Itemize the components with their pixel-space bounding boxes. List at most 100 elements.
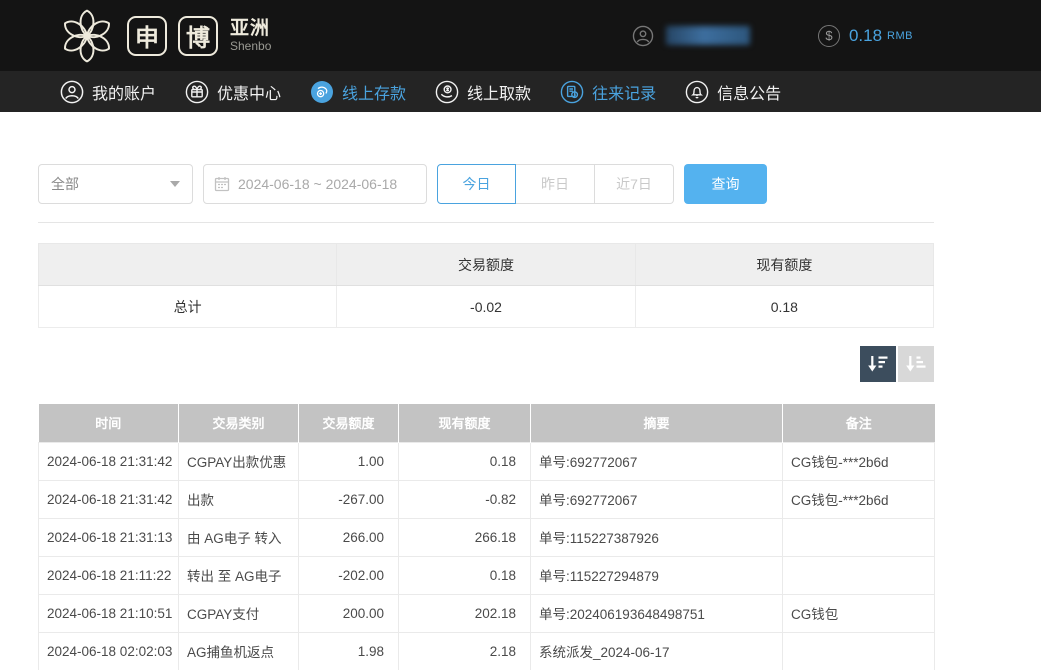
flower-logo-icon — [58, 7, 116, 65]
cell-summary: 单号:692772067 — [531, 442, 783, 480]
nav-label: 优惠中心 — [217, 80, 281, 104]
cell-remark — [783, 556, 935, 594]
cell-time: 2024-06-18 21:31:13 — [39, 518, 179, 556]
cell-amount: 1.00 — [299, 442, 399, 480]
cell-type: CGPAY出款优惠 — [179, 442, 299, 480]
quick-btn-last7days[interactable]: 近7日 — [595, 164, 674, 204]
summary-table: 交易额度 现有额度 总计 -0.02 0.18 — [38, 243, 934, 328]
calendar-icon — [214, 176, 230, 192]
col-header-type: 交易类别 — [179, 404, 299, 442]
nav-label: 线上取款 — [467, 80, 531, 104]
records-icon — [560, 80, 584, 104]
cell-time: 2024-06-18 21:31:42 — [39, 480, 179, 518]
nav-item-my-account[interactable]: 我的账户 — [60, 80, 156, 104]
table-row: 2024-06-18 21:10:51 CGPAY支付 200.00 202.1… — [39, 594, 935, 632]
table-row: 2024-06-18 21:31:42 出款 -267.00 -0.82 单号:… — [39, 480, 935, 518]
date-range-input[interactable]: 2024-06-18 ~ 2024-06-18 — [203, 164, 427, 204]
nav-item-transaction-records[interactable]: 往来记录 — [560, 80, 656, 104]
nav-label: 线上存款 — [342, 80, 406, 104]
cell-amount: 1.98 — [299, 632, 399, 670]
cell-amount: 200.00 — [299, 594, 399, 632]
cell-type: 由 AG电子 转入 — [179, 518, 299, 556]
brand-logo[interactable]: 申 博 亚洲 Shenbo — [58, 7, 271, 65]
table-row: 2024-06-18 21:31:13 由 AG电子 转入 266.00 266… — [39, 518, 935, 556]
summary-total-label: 总计 — [39, 286, 337, 328]
filter-bar: 全部 2024-06-18 ~ 2024-06-18 今日 昨日 近7日 查询 — [38, 163, 934, 204]
quick-btn-yesterday[interactable]: 昨日 — [516, 164, 595, 204]
balance-currency: RMB — [887, 30, 913, 42]
search-button[interactable]: 查询 — [684, 164, 767, 204]
sort-ascending-button[interactable] — [898, 346, 934, 382]
cell-summary: 单号:115227294879 — [531, 556, 783, 594]
nav-item-online-deposit[interactable]: 线上存款 — [310, 80, 406, 104]
table-row: 2024-06-18 21:11:22 转出 至 AG电子 -202.00 0.… — [39, 556, 935, 594]
user-icon — [60, 80, 84, 104]
table-row: 2024-06-18 02:02:03 AG捕鱼机返点 1.98 2.18 系统… — [39, 632, 935, 670]
records-table: 时间 交易类别 交易额度 现有额度 摘要 备注 2024-06-18 21:31… — [38, 404, 935, 670]
chevron-down-icon — [170, 181, 180, 187]
cell-summary: 单号:115227387926 — [531, 518, 783, 556]
cell-remark: CG钱包-***2b6d — [783, 442, 935, 480]
records-header-row: 时间 交易类别 交易额度 现有额度 摘要 备注 — [39, 404, 935, 442]
category-select-value: 全部 — [51, 174, 79, 194]
table-row: 2024-06-18 21:31:42 CGPAY出款优惠 1.00 0.18 … — [39, 442, 935, 480]
cell-type: 出款 — [179, 480, 299, 518]
summary-total-row: 总计 -0.02 0.18 — [39, 286, 934, 328]
nav-label: 我的账户 — [92, 80, 156, 104]
deposit-icon — [310, 80, 334, 104]
cell-balance: 0.18 — [399, 442, 531, 480]
cell-amount: 266.00 — [299, 518, 399, 556]
col-header-remark: 备注 — [783, 404, 935, 442]
cell-type: CGPAY支付 — [179, 594, 299, 632]
sort-descending-icon — [867, 353, 889, 375]
withdraw-icon — [435, 80, 459, 104]
sort-ascending-icon — [905, 353, 927, 375]
logo-region-text: 亚洲 — [230, 19, 271, 38]
cell-balance: 2.18 — [399, 632, 531, 670]
logo-latin-text: Shenbo — [230, 40, 271, 52]
cell-remark — [783, 518, 935, 556]
cell-remark: CG钱包-***2b6d — [783, 480, 935, 518]
nav-item-promotions[interactable]: 优惠中心 — [185, 80, 281, 104]
cell-remark: CG钱包 — [783, 594, 935, 632]
nav-label: 往来记录 — [592, 80, 656, 104]
cell-summary: 系统派发_2024-06-17 — [531, 632, 783, 670]
user-avatar-icon — [632, 25, 654, 47]
sort-descending-button[interactable] — [860, 346, 896, 382]
gift-icon — [185, 80, 209, 104]
cell-time: 2024-06-18 21:31:42 — [39, 442, 179, 480]
col-header-amount: 交易额度 — [299, 404, 399, 442]
username-redacted[interactable] — [666, 26, 750, 45]
cell-type: AG捕鱼机返点 — [179, 632, 299, 670]
nav-item-online-withdrawal[interactable]: 线上取款 — [435, 80, 531, 104]
summary-header-balance: 现有额度 — [635, 244, 933, 286]
balance-display[interactable]: $ 0.18 RMB — [818, 25, 913, 47]
quick-date-group: 今日 昨日 近7日 — [437, 164, 674, 204]
bell-icon — [685, 80, 709, 104]
cell-summary: 单号:692772067 — [531, 480, 783, 518]
top-header: 申 博 亚洲 Shenbo $ 0.18 RMB — [0, 0, 1041, 71]
logo-char-shen: 申 — [127, 16, 167, 56]
cell-balance: 266.18 — [399, 518, 531, 556]
cell-amount: -267.00 — [299, 480, 399, 518]
cell-balance: 0.18 — [399, 556, 531, 594]
col-header-time: 时间 — [39, 404, 179, 442]
category-select[interactable]: 全部 — [38, 164, 193, 204]
cell-balance: -0.82 — [399, 480, 531, 518]
cell-time: 2024-06-18 21:11:22 — [39, 556, 179, 594]
cell-amount: -202.00 — [299, 556, 399, 594]
cell-time: 2024-06-18 02:02:03 — [39, 632, 179, 670]
logo-char-bo: 博 — [178, 16, 218, 56]
quick-btn-today[interactable]: 今日 — [437, 164, 516, 204]
summary-header-empty — [39, 244, 337, 286]
nav-item-announcements[interactable]: 信息公告 — [685, 80, 781, 104]
summary-header-transaction: 交易额度 — [337, 244, 635, 286]
dollar-icon: $ — [818, 25, 840, 47]
nav-label: 信息公告 — [717, 80, 781, 104]
col-header-balance: 现有额度 — [399, 404, 531, 442]
cell-balance: 202.18 — [399, 594, 531, 632]
balance-amount: 0.18 — [849, 26, 882, 46]
cell-type: 转出 至 AG电子 — [179, 556, 299, 594]
col-header-summary: 摘要 — [531, 404, 783, 442]
cell-summary: 单号:202406193648498751 — [531, 594, 783, 632]
